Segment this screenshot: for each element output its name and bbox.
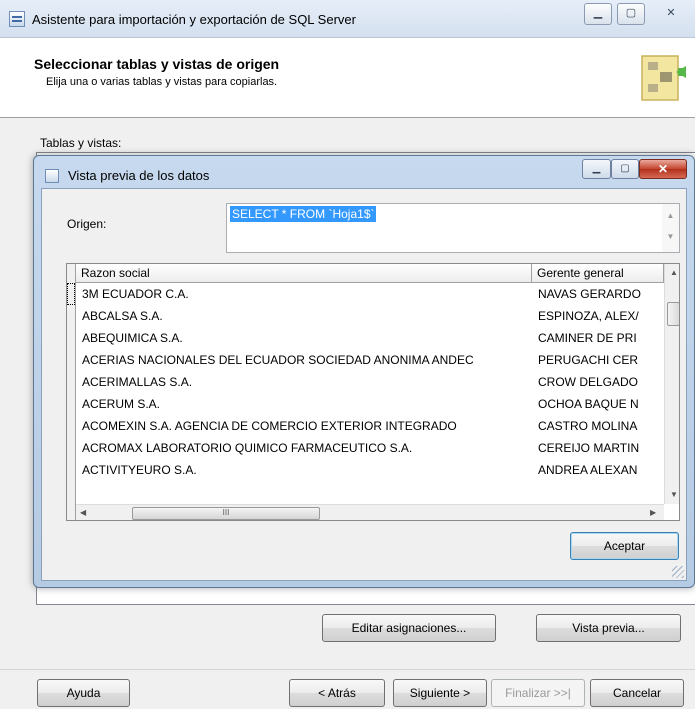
help-button[interactable]: Ayuda [37, 679, 130, 707]
cancel-button[interactable]: Cancelar [590, 679, 684, 707]
dialog-title: Vista previa de los datos [68, 168, 210, 183]
dialog-icon [45, 169, 59, 183]
scroll-right-icon[interactable]: ▶ [650, 508, 656, 517]
cell-razon-social[interactable]: ACOMEXIN S.A. AGENCIA DE COMERCIO EXTERI… [76, 415, 532, 437]
cell-gerente-general[interactable]: ANDREA ALEXAN [532, 459, 664, 481]
dialog-maximize-icon[interactable]: ▢ [611, 159, 639, 179]
origin-label: Origen: [67, 217, 107, 231]
preview-dialog: Vista previa de los datos ▁ ▢ ✕ Origen: … [33, 155, 695, 588]
preview-button[interactable]: Vista previa... [536, 614, 681, 642]
cell-gerente-general[interactable]: CROW DELGADO [532, 371, 664, 393]
cell-gerente-general[interactable]: CEREIJO MARTIN [532, 437, 664, 459]
horizontal-scroll-thumb[interactable]: III [132, 507, 320, 520]
close-icon[interactable]: ✕ [651, 3, 691, 25]
cell-razon-social[interactable]: ACERUM S.A. [76, 393, 532, 415]
page-subtitle: Elija una o varias tablas y vistas para … [46, 76, 278, 88]
window-titlebar: Asistente para importación y exportación… [0, 0, 695, 38]
window-title: Asistente para importación y exportación… [32, 12, 356, 27]
dialog-minimize-icon[interactable]: ▁ [582, 159, 611, 179]
scroll-up-icon[interactable]: ▲ [670, 268, 678, 277]
cell-gerente-general[interactable]: PERUGACHI CER [532, 349, 664, 371]
scroll-down-icon[interactable]: ▼ [662, 232, 679, 241]
cell-razon-social[interactable]: ACROMAX LABORATORIO QUIMICO FARMACEUTICO… [76, 437, 532, 459]
dialog-close-icon[interactable]: ✕ [639, 159, 687, 179]
cell-gerente-general[interactable]: ESPINOZA, ALEX/ [532, 305, 664, 327]
sql-query-text: SELECT * FROM `Hoja1$` [230, 206, 377, 222]
cell-razon-social[interactable]: ACTIVITYEURO S.A. [76, 459, 532, 481]
cell-razon-social[interactable]: ABEQUIMICA S.A. [76, 327, 532, 349]
edit-mappings-button[interactable]: Editar asignaciones... [322, 614, 496, 642]
cell-gerente-general[interactable]: NAVAS GERARDO [532, 283, 664, 305]
next-button[interactable]: Siguiente > [393, 679, 487, 707]
accept-button[interactable]: Aceptar [570, 532, 679, 560]
page-title: Seleccionar tablas y vistas de origen [34, 56, 280, 72]
data-preview-grid[interactable]: Razon social Gerente general 3M ECUADOR … [66, 263, 680, 521]
resize-grip-icon[interactable] [672, 566, 684, 578]
cell-razon-social[interactable]: ABCALSA S.A. [76, 305, 532, 327]
finish-button[interactable]: Finalizar >>| [491, 679, 585, 707]
scroll-up-icon[interactable]: ▲ [662, 211, 679, 220]
grid-vertical-scrollbar[interactable]: ▲ ▼ [664, 264, 679, 504]
maximize-icon[interactable]: ▢ [617, 3, 645, 25]
column-header-gerente-general[interactable]: Gerente general [532, 264, 664, 283]
footer-divider [0, 669, 695, 670]
wizard-logo-icon [641, 55, 686, 101]
sql-query-field[interactable]: SELECT * FROM `Hoja1$` ▲ ▼ [226, 203, 680, 253]
cell-gerente-general[interactable]: OCHOA BAQUE N [532, 393, 664, 415]
wizard-header: Seleccionar tablas y vistas de origen El… [0, 38, 695, 118]
cell-razon-social[interactable]: ACERIAS NACIONALES DEL ECUADOR SOCIEDAD … [76, 349, 532, 371]
scroll-down-icon[interactable]: ▼ [670, 490, 678, 499]
vertical-scroll-thumb[interactable] [667, 302, 679, 326]
cell-razon-social[interactable]: 3M ECUADOR C.A. [76, 283, 532, 305]
cell-gerente-general[interactable]: CAMINER DE PRI [532, 327, 664, 349]
cell-gerente-general[interactable]: CASTRO MOLINA [532, 415, 664, 437]
cell-razon-social[interactable]: ACERIMALLAS S.A. [76, 371, 532, 393]
current-row-indicator [67, 283, 75, 305]
grid-horizontal-scrollbar[interactable]: ◀ III ▶ [76, 504, 664, 520]
tables-label: Tablas y vistas: [40, 136, 122, 150]
dialog-client-area: Origen: SELECT * FROM `Hoja1$` ▲ ▼ Razon… [41, 188, 687, 581]
minimize-icon[interactable]: ▁ [584, 3, 612, 25]
column-header-razon-social[interactable]: Razon social [76, 264, 532, 283]
app-icon [9, 11, 25, 27]
scroll-left-icon[interactable]: ◀ [80, 508, 86, 517]
sql-scrollbar[interactable]: ▲ ▼ [662, 204, 679, 252]
back-button[interactable]: < Atrás [289, 679, 385, 707]
